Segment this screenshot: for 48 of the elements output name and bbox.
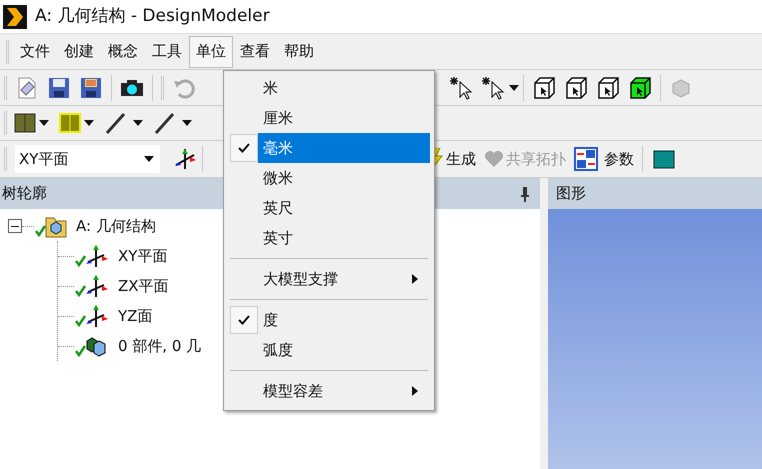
panel-title: 图形 <box>556 183 586 204</box>
menu-option[interactable]: 弧度 <box>224 335 434 365</box>
app-logo-icon <box>3 4 27 28</box>
checkmark-icon <box>238 143 250 153</box>
select-icon[interactable] <box>448 74 474 100</box>
menu-option[interactable]: 英寸 <box>224 223 434 253</box>
tree-item[interactable]: A: 几何结构 <box>76 214 156 238</box>
tree-item[interactable]: 0 部件, 0 几 <box>118 334 202 358</box>
parameters-button[interactable]: 参数 <box>570 144 638 174</box>
menu-item[interactable]: 工具 <box>145 36 189 68</box>
caret-icon[interactable] <box>144 156 154 162</box>
tree-item[interactable]: XY平面 <box>118 244 168 268</box>
caret-icon[interactable] <box>133 120 143 126</box>
tree-item[interactable]: YZ面 <box>118 304 152 328</box>
caret-icon[interactable] <box>182 120 192 126</box>
menu-item[interactable]: 查看 <box>233 36 277 68</box>
menu-option[interactable]: 微米 <box>224 163 434 193</box>
plane-axis-icon <box>74 273 110 299</box>
menu-item[interactable]: 创建 <box>57 36 101 68</box>
submenu-arrow-icon <box>412 274 418 284</box>
checkmark-icon <box>238 315 250 325</box>
menu-item[interactable]: 文件 <box>13 36 57 68</box>
caret-icon[interactable] <box>84 120 94 126</box>
pin-icon[interactable] <box>520 186 530 202</box>
caret-icon[interactable] <box>39 120 49 126</box>
plane-axis-icon <box>74 303 110 329</box>
select-icon[interactable] <box>480 74 506 100</box>
submenu-arrow-icon <box>412 386 418 396</box>
panel-layout-icon[interactable] <box>14 113 36 133</box>
display-icon[interactable] <box>653 148 675 170</box>
menu-option[interactable]: 模型容差 <box>224 376 434 406</box>
panel-title: 树轮廓 <box>2 183 47 204</box>
menu-option[interactable]: 厘米 <box>224 103 434 133</box>
heart-icon <box>484 150 504 168</box>
menu-item[interactable]: 概念 <box>101 36 145 68</box>
tree-item[interactable]: ZX平面 <box>118 274 169 298</box>
menu-item[interactable]: 帮助 <box>277 36 321 68</box>
plane-axis-icon <box>74 243 110 269</box>
parameters-icon <box>574 147 598 171</box>
window-title: A: 几何结构 - DesignModeler <box>35 4 270 28</box>
plane-combo[interactable]: XY平面 <box>15 145 160 173</box>
menu-item[interactable]: 单位 <box>189 36 233 68</box>
menu-option[interactable]: 大模型支撑 <box>224 264 434 294</box>
menu-option[interactable]: 米 <box>224 73 434 103</box>
menu-option[interactable]: 度 <box>224 305 434 335</box>
caret-icon[interactable] <box>509 84 519 90</box>
menu-option[interactable]: 英尺 <box>224 193 434 223</box>
collapse-toggle[interactable] <box>8 219 22 233</box>
